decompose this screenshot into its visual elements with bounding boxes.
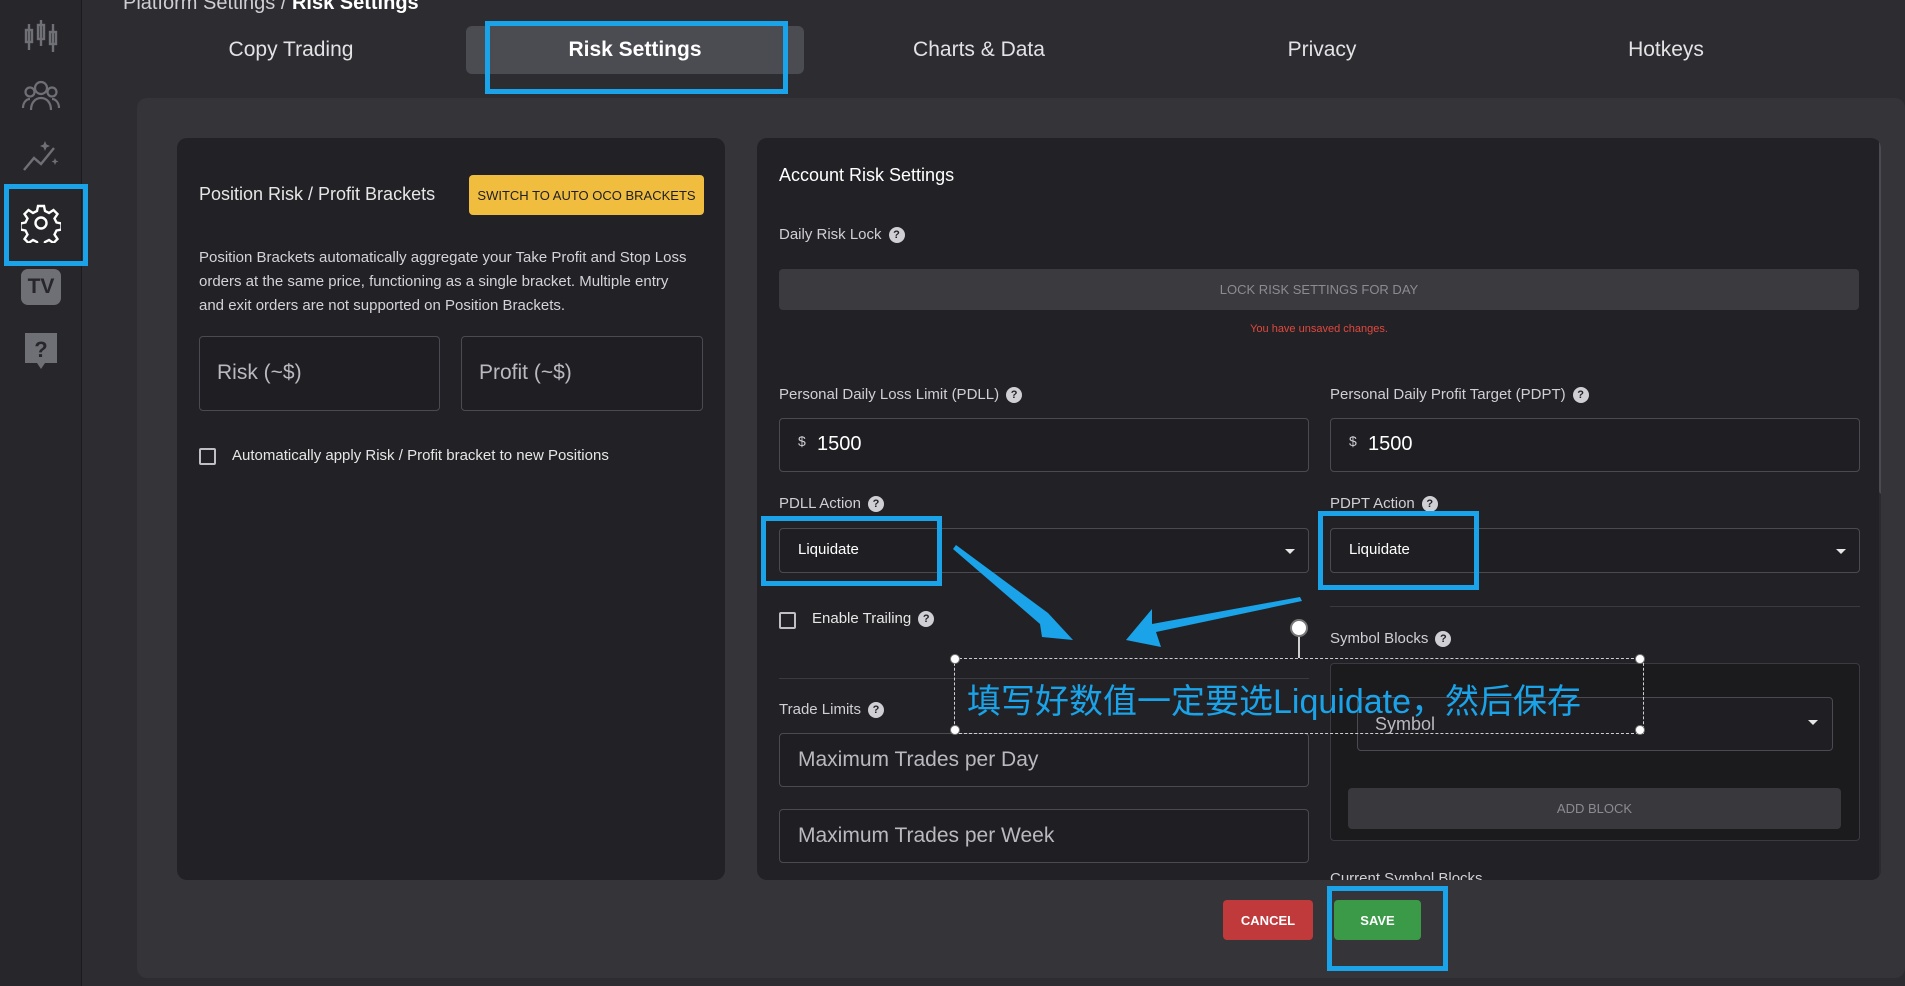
annotation-rotate-handle [1290, 619, 1308, 637]
cancel-button[interactable]: CANCEL [1223, 900, 1313, 940]
annotation-arrows [953, 545, 1308, 658]
resize-handle[interactable] [950, 725, 960, 735]
save-highlight-box [1327, 886, 1448, 971]
resize-handle[interactable] [950, 654, 960, 664]
arrow-left [953, 545, 1073, 640]
arrow-right [1126, 597, 1302, 647]
resize-handle[interactable] [1635, 725, 1645, 735]
annotation-textbox[interactable]: 填写好数值一定要选Liquidate，然后保存 [950, 654, 1645, 735]
annotation-text: 填写好数值一定要选Liquidate，然后保存 [967, 683, 1582, 721]
resize-handle[interactable] [1635, 654, 1645, 664]
